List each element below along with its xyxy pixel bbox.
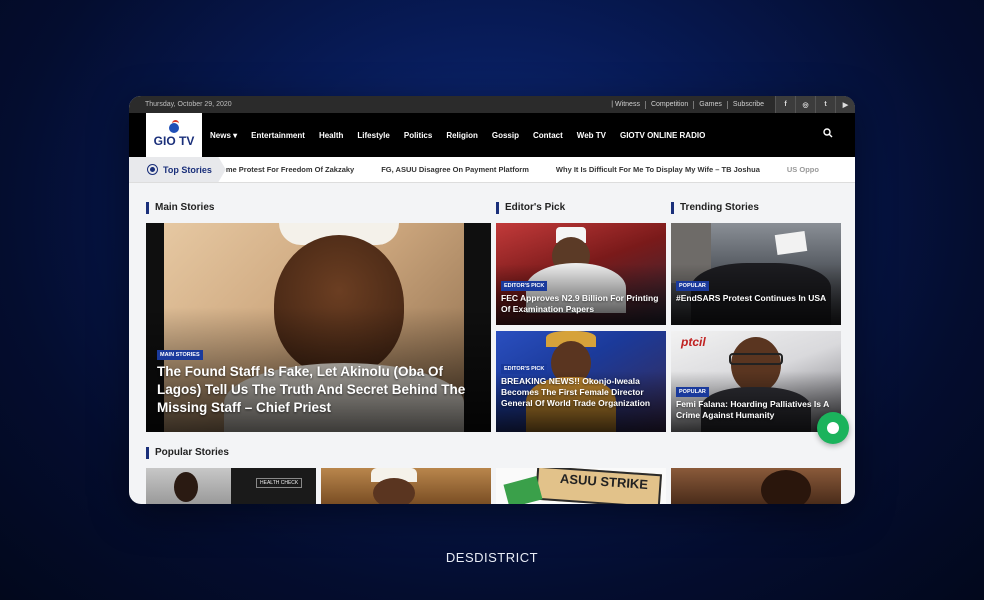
link-games[interactable]: Games xyxy=(693,100,727,109)
health-check-label: HEALTH CHECK xyxy=(256,478,303,488)
chat-bubble-icon[interactable] xyxy=(817,412,849,444)
date-label: Thursday, October 29, 2020 xyxy=(145,101,232,108)
social-icons: f ◎ t ▶ xyxy=(775,96,855,113)
top-bar: Thursday, October 29, 2020 | Witness Com… xyxy=(129,96,855,113)
editors-pick-title[interactable]: FEC Approves N2.9 Billion For Printing O… xyxy=(501,293,661,315)
main-story-card[interactable]: MAIN STORIES The Found Staff Is Fake, Le… xyxy=(146,223,491,432)
ticker-items: me Protest For Freedom Of Zakzaky FG, AS… xyxy=(226,165,846,174)
twitter-icon[interactable]: t xyxy=(815,96,835,113)
trending-badge[interactable]: POPULAR xyxy=(676,281,709,291)
logo-text: GIO TV xyxy=(153,133,195,148)
trending-title[interactable]: Femi Falana: Hoarding Palliatives Is A C… xyxy=(676,399,836,421)
link-subscribe[interactable]: Subscribe xyxy=(726,100,769,109)
nav-item-news[interactable]: News ▾ xyxy=(210,131,237,140)
nav-item-politics[interactable]: Politics xyxy=(404,131,432,140)
section-title-popular: Popular Stories xyxy=(146,447,229,459)
browser-frame: Thursday, October 29, 2020 | Witness Com… xyxy=(129,96,855,504)
trending-badge[interactable]: POPULAR xyxy=(676,387,709,397)
link-witness[interactable]: | Witness xyxy=(606,101,645,109)
nav-item-lifestyle[interactable]: Lifestyle xyxy=(357,131,389,140)
ticker-item[interactable]: FG, ASUU Disagree On Payment Platform xyxy=(381,165,529,174)
section-title-trending: Trending Stories xyxy=(671,202,759,214)
instagram-icon[interactable]: ◎ xyxy=(795,96,815,113)
editors-pick-badge[interactable]: EDITOR'S PICK xyxy=(501,281,548,291)
ticker-item[interactable]: me Protest For Freedom Of Zakzaky xyxy=(226,165,354,174)
editors-pick-badge[interactable]: EDITOR'S PICK xyxy=(501,364,548,374)
nav-item-gossip[interactable]: Gossip xyxy=(492,131,519,140)
nav-item-health[interactable]: Health xyxy=(319,131,343,140)
trending-card[interactable]: POPULAR #EndSARS Protest Continues In US… xyxy=(671,223,841,325)
link-competition[interactable]: Competition xyxy=(644,100,693,109)
ticker-label-text: Top Stories xyxy=(163,164,212,175)
ticker-item[interactable]: US Oppo xyxy=(787,165,819,174)
youtube-icon[interactable]: ▶ xyxy=(835,96,855,113)
section-title-editors: Editor's Pick xyxy=(496,202,565,214)
ptcil-sign: ptcil xyxy=(681,335,706,349)
section-title-main: Main Stories xyxy=(146,202,214,214)
popular-thumb[interactable] xyxy=(321,468,491,504)
site-logo[interactable]: GIO TV xyxy=(146,113,202,157)
nav-item-entertainment[interactable]: Entertainment xyxy=(251,131,305,140)
main-nav: GIO TV News ▾ Entertainment Health Lifes… xyxy=(129,113,855,157)
radio-dot-icon xyxy=(147,164,158,175)
popular-thumb[interactable] xyxy=(671,468,841,504)
editors-pick-card[interactable]: EDITOR'S PICK FEC Approves N2.9 Billion … xyxy=(496,223,666,325)
ticker-item[interactable]: Why It Is Difficult For Me To Display My… xyxy=(556,165,760,174)
facebook-icon[interactable]: f xyxy=(775,96,795,113)
nav-item-radio[interactable]: GIOTV ONLINE RADIO xyxy=(620,131,705,140)
popular-thumb[interactable]: HEALTH CHECK xyxy=(146,468,316,504)
main-story-title[interactable]: The Found Staff Is Fake, Let Akinolu (Ob… xyxy=(157,363,472,417)
popular-thumb[interactable]: ASUU STRIKE xyxy=(496,468,666,504)
top-stories-ticker: Top Stories me Protest For Freedom Of Za… xyxy=(129,157,855,183)
logo-mark-icon xyxy=(169,119,179,133)
editors-pick-title[interactable]: BREAKING NEWS!! Okonjo-Iweala Becomes Th… xyxy=(501,376,661,409)
editors-pick-card[interactable]: EDITOR'S PICK BREAKING NEWS!! Okonjo-Iwe… xyxy=(496,331,666,432)
nav-item-religion[interactable]: Religion xyxy=(446,131,478,140)
trending-title[interactable]: #EndSARS Protest Continues In USA xyxy=(676,293,836,304)
footer-brand: DESDISTRICT xyxy=(445,550,539,565)
main-story-badge[interactable]: MAIN STORIES xyxy=(157,350,203,360)
ticker-label: Top Stories xyxy=(129,157,226,182)
search-icon[interactable] xyxy=(823,128,833,138)
top-links: | Witness Competition Games Subscribe f … xyxy=(606,96,855,113)
nav-item-webtv[interactable]: Web TV xyxy=(577,131,606,140)
trending-card[interactable]: ptcil POPULAR Femi Falana: Hoarding Pall… xyxy=(671,331,841,432)
nav-menu: News ▾ Entertainment Health Lifestyle Po… xyxy=(210,131,719,140)
nav-item-contact[interactable]: Contact xyxy=(533,131,563,140)
